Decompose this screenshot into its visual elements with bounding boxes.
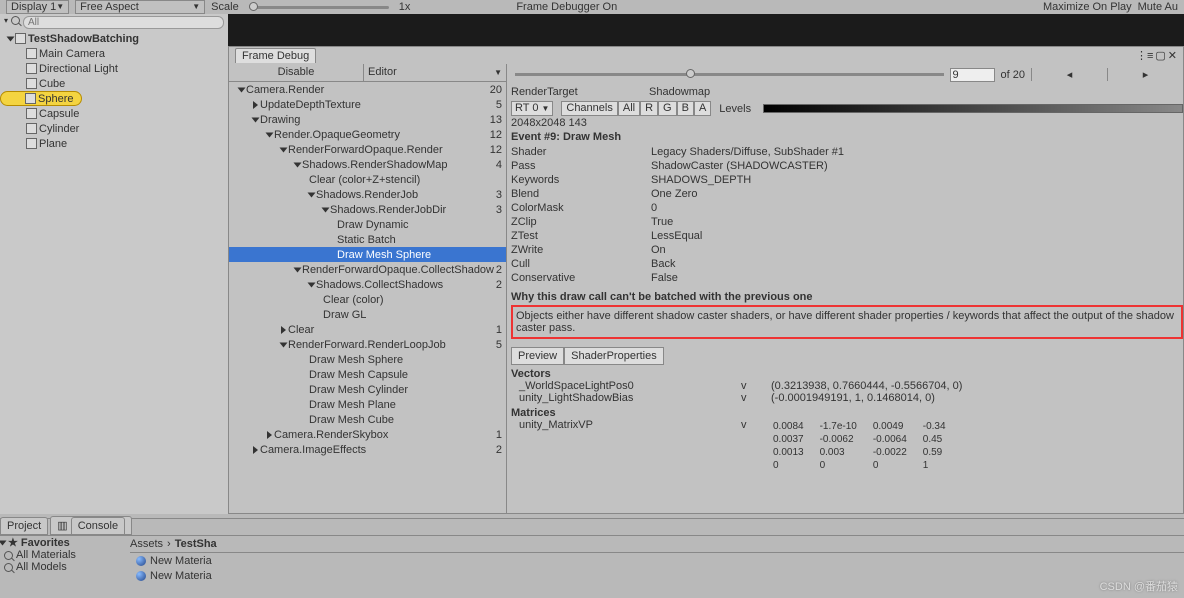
material-item[interactable]: New Materia [130, 553, 1184, 568]
project-panel: Project ▥ Console ★ Favorites All Materi… [0, 518, 1184, 598]
next-event-button[interactable]: ▸ [1107, 68, 1183, 81]
channel-buttons[interactable]: ChannelsAllRGBA [561, 101, 711, 116]
search-icon [11, 16, 20, 25]
matrix-table: 0.0084-1.7e-100.0049-0.340.0037-0.0062-0… [771, 419, 962, 473]
scale-value: 1x [399, 1, 411, 13]
console-tab[interactable]: ▥ Console [50, 516, 132, 535]
event-slider[interactable] [515, 73, 944, 76]
disable-button[interactable]: Disable [229, 64, 364, 81]
create-dropdown[interactable]: ▾ [4, 16, 8, 29]
rt-dropdown[interactable]: RT 0▼ [511, 101, 553, 116]
top-toolbar: Display 1 ▼ Free Aspect▼ Scale 1x Frame … [0, 0, 1184, 14]
tree-node[interactable]: Shadows.RenderJobDir3 [229, 202, 506, 217]
render-target-value: Shadowmap [649, 86, 710, 98]
hierarchy-item[interactable]: Sphere [0, 91, 82, 106]
tree-node[interactable]: RenderForwardOpaque.Render12 [229, 142, 506, 157]
tree-node[interactable]: Draw Mesh Plane [229, 397, 506, 412]
hierarchy-item[interactable]: Plane [0, 136, 228, 151]
hierarchy-panel: ▾ TestShadowBatching Main CameraDirectio… [0, 14, 228, 514]
preview-tab[interactable]: Preview [511, 347, 564, 365]
tree-node[interactable]: Shadows.RenderJob3 [229, 187, 506, 202]
all-models[interactable]: All Models [0, 561, 130, 573]
tree-node[interactable]: UpdateDepthTexture5 [229, 97, 506, 112]
tree-node[interactable]: Draw Mesh Sphere [229, 247, 506, 262]
tree-node[interactable]: Draw Dynamic [229, 217, 506, 232]
shader-properties-table: ShaderLegacy Shaders/Diffuse, SubShader … [511, 145, 1183, 285]
mute-toggle[interactable]: Mute Au [1138, 1, 1178, 13]
window-maximize-icon[interactable]: ▢ [1155, 49, 1165, 62]
material-item[interactable]: New Materia [130, 568, 1184, 583]
vector-row: _WorldSpaceLightPos0v(0.3213938, 0.76604… [511, 380, 1183, 392]
tree-node[interactable]: RenderForwardOpaque.CollectShadow2 [229, 262, 506, 277]
watermark: CSDN @番茄猿 [1100, 578, 1178, 594]
batch-why-text: Objects either have different shadow cas… [511, 305, 1183, 339]
favorites-heading[interactable]: ★ Favorites [0, 536, 130, 549]
tree-node[interactable]: RenderForward.RenderLoopJob5 [229, 337, 506, 352]
maximize-toggle[interactable]: Maximize On Play [1043, 1, 1132, 13]
event-total: of 20 [997, 69, 1029, 81]
tree-node[interactable]: Clear1 [229, 322, 506, 337]
frame-debugger-label: Frame Debugger On [516, 1, 617, 13]
tree-node[interactable]: Camera.Render20 [229, 82, 506, 97]
all-materials[interactable]: All Materials [0, 549, 130, 561]
tree-node[interactable]: Drawing13 [229, 112, 506, 127]
tree-node[interactable]: Clear (color) [229, 292, 506, 307]
frame-debug-tab[interactable]: Frame Debug [235, 48, 316, 63]
tree-node[interactable]: Camera.ImageEffects2 [229, 442, 506, 457]
frame-debug-window: Frame Debug ⋮≡ ▢ ✕ Disable Editor▼ Camer… [228, 46, 1184, 514]
event-title: Event #9: Draw Mesh [511, 131, 1183, 143]
event-tree[interactable]: Camera.Render20UpdateDepthTexture5Drawin… [229, 82, 506, 513]
game-view [228, 14, 1184, 46]
window-close-icon[interactable]: ✕ [1168, 49, 1177, 62]
vectors-heading: Vectors [511, 368, 1183, 380]
tree-node[interactable]: Camera.RenderSkybox1 [229, 427, 506, 442]
vector-row: unity_LightShadowBiasv(-0.0001949191, 1,… [511, 392, 1183, 404]
matrix-name: unity_MatrixVP [511, 419, 741, 473]
prev-event-button[interactable]: ◂ [1031, 68, 1107, 81]
tree-node[interactable]: Shadows.CollectShadows2 [229, 277, 506, 292]
matrices-heading: Matrices [511, 407, 1183, 419]
project-tab[interactable]: Project [0, 517, 48, 535]
tree-node[interactable]: Clear (color+Z+stencil) [229, 172, 506, 187]
rt-dimensions: 2048x2048 143 [511, 117, 1183, 129]
hierarchy-item[interactable]: Cylinder [0, 121, 228, 136]
breadcrumb[interactable]: Assets › TestSha [130, 536, 1184, 553]
shader-properties-tab[interactable]: ShaderProperties [564, 347, 664, 365]
window-menu-icon[interactable]: ⋮≡ [1136, 49, 1153, 62]
tree-node[interactable]: Draw Mesh Sphere [229, 352, 506, 367]
hierarchy-item[interactable]: Main Camera [0, 46, 228, 61]
hierarchy-root[interactable]: TestShadowBatching [0, 31, 228, 46]
tree-node[interactable]: Draw Mesh Capsule [229, 367, 506, 382]
levels-slider[interactable] [763, 104, 1183, 113]
event-index-input[interactable] [950, 68, 995, 82]
tree-node[interactable]: Draw GL [229, 307, 506, 322]
render-target-label: RenderTarget [511, 86, 641, 98]
aspect-dropdown[interactable]: Free Aspect▼ [75, 0, 205, 14]
tree-node[interactable]: Render.OpaqueGeometry12 [229, 127, 506, 142]
tree-node[interactable]: Shadows.RenderShadowMap4 [229, 157, 506, 172]
tree-node[interactable]: Draw Mesh Cube [229, 412, 506, 427]
scale-slider[interactable] [249, 6, 389, 9]
hierarchy-item[interactable]: Capsule [0, 106, 228, 121]
hierarchy-item[interactable]: Cube [0, 76, 228, 91]
scale-label: Scale [211, 1, 239, 13]
hierarchy-item[interactable]: Directional Light [0, 61, 228, 76]
hierarchy-search-input[interactable] [23, 16, 224, 29]
display-dropdown[interactable]: Display 1 ▼ [6, 0, 69, 14]
batch-why-heading: Why this draw call can't be batched with… [511, 291, 1183, 303]
tree-node[interactable]: Draw Mesh Cylinder [229, 382, 506, 397]
tree-node[interactable]: Static Batch [229, 232, 506, 247]
editor-dropdown[interactable]: Editor▼ [364, 64, 506, 81]
levels-label: Levels [719, 103, 751, 115]
